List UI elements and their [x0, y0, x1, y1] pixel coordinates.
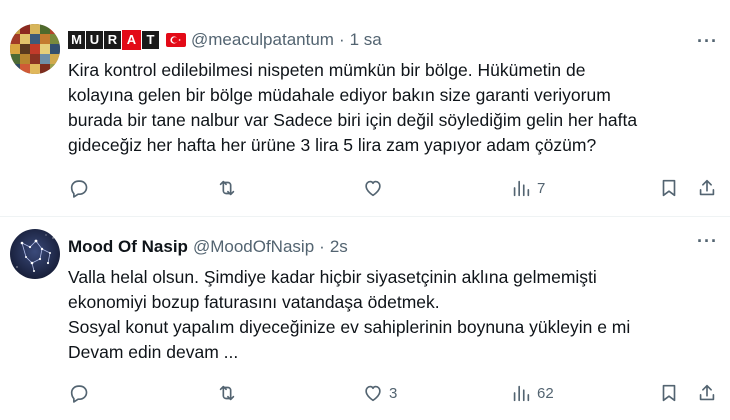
- tweet-text-line: gideceğiz her hafta her ürüne 3 lira 5 l…: [68, 135, 597, 155]
- share-button[interactable]: [696, 177, 718, 199]
- tweet-text-line: ekonomiyi bozup faturasını vatandaşa öde…: [68, 292, 440, 312]
- tweet-text-line: burada bir tane nalbur var Sadece biri i…: [68, 110, 638, 130]
- tweet-text-line: Kira kontrol edilebilmesi nispeten mümkü…: [68, 60, 586, 80]
- tweet-text-line: Devam edin devam ...: [68, 342, 239, 362]
- like-icon: [365, 180, 381, 197]
- avatar[interactable]: [10, 229, 60, 279]
- bookmark-button[interactable]: [658, 382, 680, 404]
- tweet-actions: 3 62: [66, 380, 720, 406]
- like-count: 3: [389, 384, 398, 402]
- tweet[interactable]: Mood Of Nasip @MoodOfNasip · 2s Valla he…: [0, 217, 730, 420]
- share-icon: [699, 384, 715, 401]
- tweet-content: Mood Of Nasip @MoodOfNasip · 2s Valla he…: [68, 233, 716, 365]
- like-button[interactable]: 3: [362, 382, 397, 404]
- retweet-button[interactable]: [216, 177, 243, 199]
- display-name[interactable]: Mood Of Nasip: [68, 237, 188, 257]
- tweet-text-line: Sosyal konut yapalım diyeceğinize ev sah…: [68, 317, 631, 337]
- views-button[interactable]: 7: [510, 177, 545, 199]
- tweet-text-line: kolayına gelen bir bölge müdahale ediyor…: [68, 85, 611, 105]
- like-button[interactable]: [362, 177, 389, 199]
- timestamp[interactable]: 1 sa: [350, 30, 382, 50]
- like-icon: [365, 385, 381, 402]
- reply-icon: [70, 180, 88, 198]
- views-count: 62: [537, 384, 554, 402]
- bookmark-button[interactable]: [658, 177, 680, 199]
- views-count: 7: [537, 179, 546, 197]
- reply-button[interactable]: [68, 382, 95, 404]
- avatar-constellation-image: [10, 229, 60, 279]
- name-letter: A: [122, 30, 141, 50]
- more-options-icon[interactable]: ···: [697, 232, 718, 250]
- tweet-text-line: Valla helal olsun. Şimdiye kadar hiçbir …: [68, 267, 597, 287]
- tweet-actions: 7: [66, 175, 720, 201]
- name-letter: T: [142, 31, 159, 49]
- separator: ·: [319, 237, 325, 256]
- turkey-flag-icon: [166, 33, 186, 47]
- reply-button[interactable]: [68, 177, 95, 199]
- name-letter: R: [104, 31, 121, 49]
- tweet[interactable]: M U R A T @meaculpatantum · 1 sa Kira ko…: [0, 0, 730, 216]
- name-letter: U: [86, 31, 103, 49]
- separator: ·: [338, 30, 345, 49]
- retweet-icon: [219, 180, 235, 196]
- avatar-mosaic-image: [10, 24, 60, 74]
- bookmark-icon: [662, 384, 676, 402]
- views-icon: [513, 385, 530, 402]
- user-handle[interactable]: @MoodOfNasip: [193, 237, 314, 257]
- tweet-text: Valla helal olsun. Şimdiye kadar hiçbir …: [68, 265, 716, 365]
- display-name-badge[interactable]: M U R A T: [68, 30, 186, 50]
- user-handle[interactable]: @meaculpatantum: [191, 30, 334, 50]
- avatar[interactable]: [10, 24, 60, 74]
- tweet-content: M U R A T @meaculpatantum · 1 sa Kira ko…: [68, 26, 716, 158]
- views-button[interactable]: 62: [510, 382, 554, 404]
- more-options-icon[interactable]: ···: [697, 32, 718, 50]
- views-icon: [513, 180, 530, 197]
- bookmark-icon: [662, 179, 676, 197]
- tweet-header: Mood Of Nasip @MoodOfNasip · 2s: [68, 233, 716, 261]
- share-icon: [699, 179, 715, 196]
- tweet-text: Kira kontrol edilebilmesi nispeten mümkü…: [68, 58, 716, 158]
- name-letter: M: [68, 31, 85, 49]
- share-button[interactable]: [696, 382, 718, 404]
- reply-icon: [70, 385, 88, 403]
- tweet-header: M U R A T @meaculpatantum · 1 sa: [68, 26, 716, 54]
- retweet-button[interactable]: [216, 382, 243, 404]
- timestamp[interactable]: 2s: [330, 237, 348, 257]
- retweet-icon: [219, 385, 235, 401]
